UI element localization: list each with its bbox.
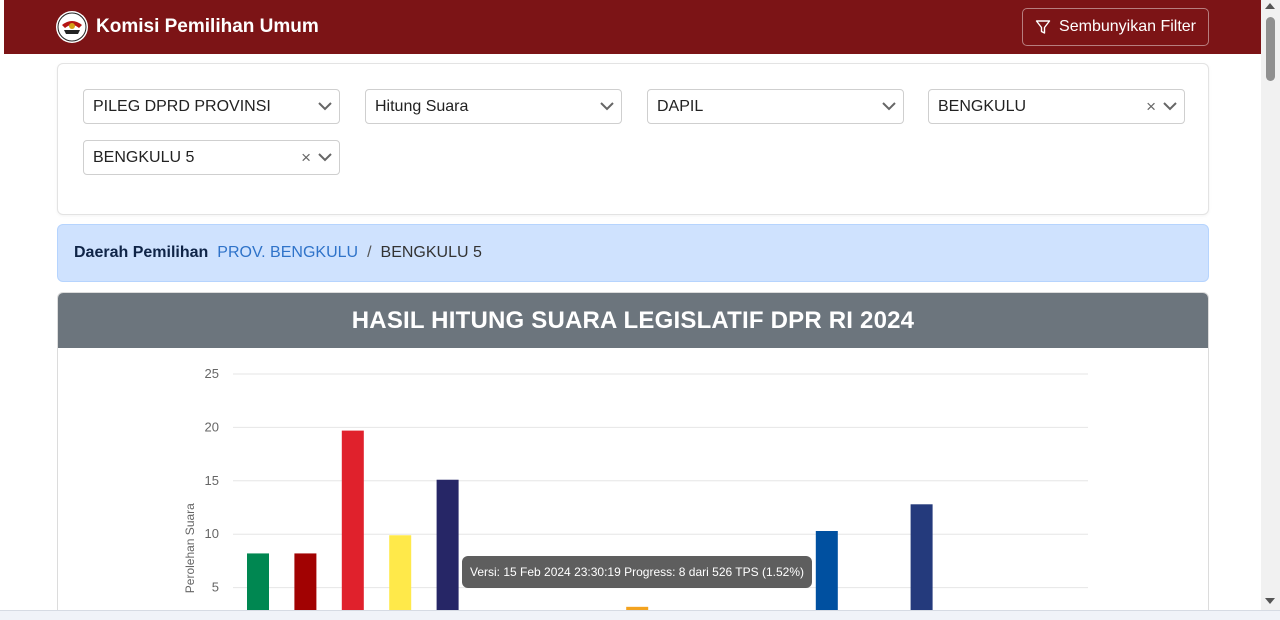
chevron-down-icon — [1163, 102, 1177, 111]
breadcrumb-label: Daerah Pemilihan — [74, 244, 209, 261]
breadcrumb: Daerah Pemilihan PROV. BENGKULU / BENGKU… — [57, 224, 1209, 282]
y-tick-label: 15 — [205, 473, 219, 488]
kpu-logo-icon — [56, 11, 88, 43]
vertical-scrollbar[interactable] — [1261, 0, 1280, 610]
y-tick-label: 20 — [205, 419, 219, 434]
level-select[interactable]: DAPIL — [647, 89, 904, 124]
election-select[interactable]: PILEG DPRD PROVINSI — [83, 89, 340, 124]
chart-bar — [815, 530, 838, 620]
brand-title: Komisi Pemilihan Umum — [96, 16, 319, 37]
bottom-strip — [0, 610, 1280, 620]
funnel-icon — [1035, 20, 1051, 34]
breadcrumb-current: BENGKULU 5 — [380, 244, 482, 261]
region-select-value: BENGKULU — [938, 97, 1027, 115]
y-axis-label: Perolehan Suara — [183, 503, 197, 593]
mode-select[interactable]: Hitung Suara — [365, 89, 622, 124]
filter-panel: PILEG DPRD PROVINSI Hitung Suara DAPIL B… — [57, 63, 1209, 215]
breadcrumb-link-province[interactable]: PROV. BENGKULU — [217, 244, 358, 262]
chart-bar — [341, 430, 364, 620]
clear-icon[interactable]: × — [301, 149, 311, 166]
chevron-down-icon — [318, 153, 332, 162]
chart-bar — [910, 504, 933, 620]
top-navbar: Komisi Pemilihan Umum Sembunyikan Filter — [4, 0, 1261, 54]
scroll-up-arrow-icon[interactable] — [1265, 3, 1275, 9]
chart-bar — [389, 535, 412, 620]
scrollbar-thumb[interactable] — [1266, 17, 1275, 81]
district-select[interactable]: BENGKULU 5 × — [83, 140, 340, 175]
mode-select-value: Hitung Suara — [375, 97, 469, 115]
chevron-down-icon — [318, 102, 332, 111]
y-tick-label: 25 — [205, 366, 219, 381]
hide-filter-button[interactable]: Sembunyikan Filter — [1022, 8, 1209, 46]
clear-icon[interactable]: × — [1146, 98, 1156, 115]
level-select-value: DAPIL — [657, 97, 704, 115]
chevron-down-icon — [882, 102, 896, 111]
chart-bar — [436, 479, 459, 620]
district-select-value: BENGKULU 5 — [93, 148, 195, 166]
chevron-down-icon — [600, 102, 614, 111]
scroll-down-arrow-icon[interactable] — [1265, 598, 1275, 604]
y-tick-label: 10 — [205, 526, 219, 541]
brand[interactable]: Komisi Pemilihan Umum — [56, 11, 319, 43]
election-select-value: PILEG DPRD PROVINSI — [93, 97, 271, 115]
progress-tooltip: Versi: 15 Feb 2024 23:30:19 Progress: 8 … — [462, 556, 812, 588]
breadcrumb-separator: / — [367, 244, 372, 261]
region-select[interactable]: BENGKULU × — [928, 89, 1185, 124]
y-tick-label: 5 — [212, 580, 219, 595]
hide-filter-label: Sembunyikan Filter — [1059, 18, 1196, 35]
